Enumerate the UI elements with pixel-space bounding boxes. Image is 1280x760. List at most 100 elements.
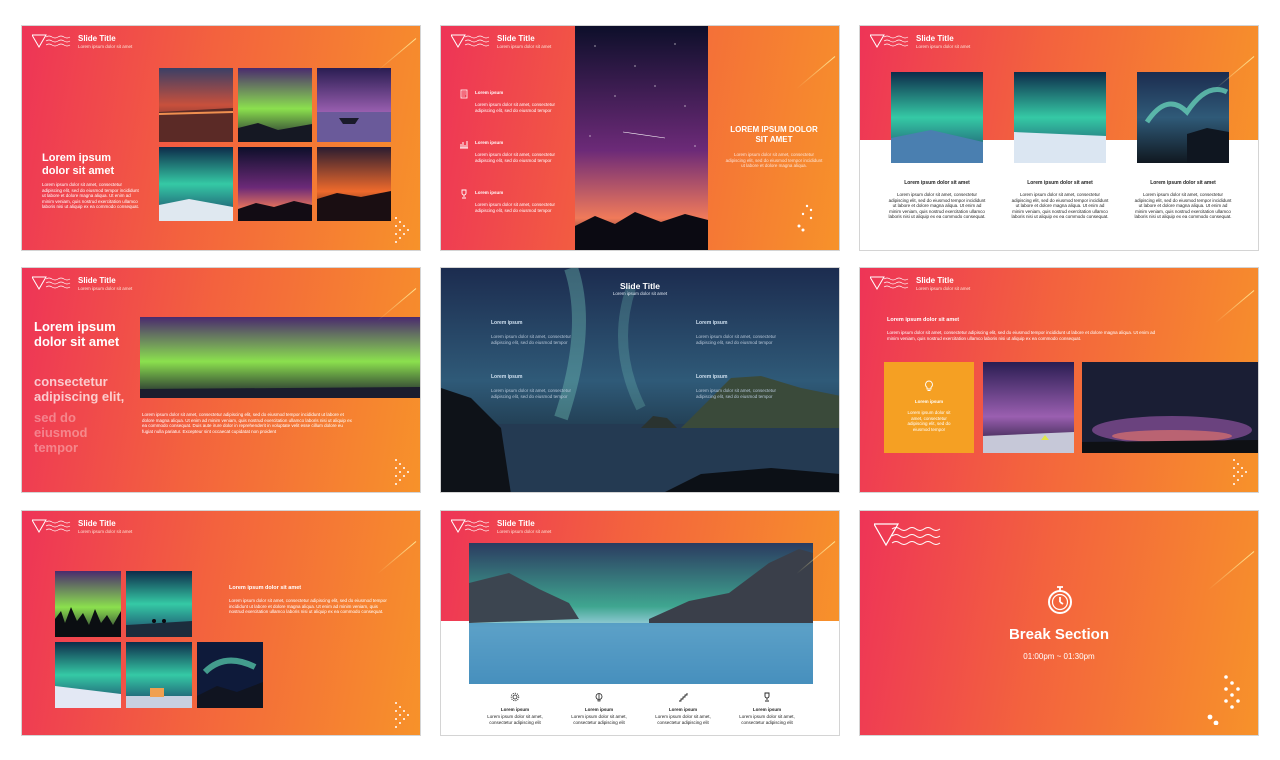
dot-pattern-icon <box>395 217 409 243</box>
slide-thumbnail-8[interactable]: Slide Title Lorem ipsum dolor sit amet L… <box>440 510 840 736</box>
photo-aurora-cabin <box>126 642 192 708</box>
photo-aurora-snowfield <box>1014 72 1106 163</box>
slide-thumbnail-4[interactable]: Slide Title Lorem ipsum dolor sit amet L… <box>21 267 421 493</box>
item-body: Lorem ipsum dolor sit amet, consectetur … <box>475 202 556 213</box>
photo-aurora-glacier <box>891 72 983 163</box>
photo-night-sky <box>575 26 708 250</box>
item-title: Lorem ipsum <box>491 374 523 380</box>
brain-icon <box>595 693 603 702</box>
photo-aurora-peaks <box>197 642 263 708</box>
bar-chart-icon <box>460 141 468 149</box>
photo-orange-sunset <box>317 147 391 221</box>
decorative-stroke <box>377 541 417 575</box>
body-text: Lorem ipsum dolor sit amet, consectetur … <box>887 330 1156 341</box>
photo-aurora-sea <box>1137 72 1229 163</box>
brand-logo-icon <box>451 519 490 533</box>
trophy-icon <box>461 189 467 199</box>
brand-logo-icon <box>870 276 909 290</box>
column-body: Lorem ipsum dolor sit amet, consectetur … <box>1011 192 1109 219</box>
gear-icon <box>510 692 520 702</box>
slide-title: Slide Title <box>497 34 535 43</box>
slide-subtitle: Lorem ipsum dolor sit amet <box>78 44 133 49</box>
section-title: Break Section <box>1008 626 1110 643</box>
feature-title: Lorem ipsum <box>752 707 782 712</box>
feature-body: Lorem ipsum dolor sit amet, consectetur … <box>655 714 711 725</box>
big-heading: Lorem ipsum dolor sit amet <box>34 319 120 349</box>
column-title: Lorem ipsum dolor sit amet <box>1027 180 1093 186</box>
trophy-icon <box>764 692 770 702</box>
item-body: Lorem ipsum dolor sit amet, consectetur … <box>491 334 572 345</box>
photo-sunset-lake <box>159 68 233 142</box>
photo-green-aurora <box>238 68 312 142</box>
brand-logo-icon <box>32 519 71 533</box>
item-body: Lorem ipsum dolor sit amet, consectetur … <box>696 388 777 399</box>
section-time: 01:00pm ~ 01:30pm <box>1023 652 1095 661</box>
dot-pattern-icon <box>1207 675 1240 725</box>
brand-logo-icon <box>32 34 71 48</box>
dot-pattern-icon <box>395 702 409 728</box>
item-body: Lorem ipsum dolor sit amet, consectetur … <box>696 334 777 345</box>
item-body: Lorem ipsum dolor sit amet, consectetur … <box>491 388 572 399</box>
big-heading-faded2: sed do eiusmod tempor <box>34 410 88 455</box>
column-title: Lorem ipsum dolor sit amet <box>904 180 970 186</box>
slide-subtitle: Lorem ipsum dolor sit amet <box>612 291 668 296</box>
feature-card <box>884 362 974 453</box>
slide-thumbnail-2[interactable]: Slide Title Lorem ipsum dolor sit amet L… <box>440 25 840 251</box>
slide-title: Slide Title <box>78 276 116 285</box>
heading: Lorem ipsum dolor sit amet <box>229 585 302 591</box>
lightbulb-icon <box>925 380 933 391</box>
slide-subtitle: Lorem ipsum dolor sit amet <box>78 286 133 291</box>
slide-thumbnail-3[interactable]: Slide Title Lorem ipsum dolor sit amet L… <box>859 25 1259 251</box>
feature-title: Lorem ipsum <box>668 707 698 712</box>
photo-aurora-people <box>126 571 192 637</box>
photo-aurora-panorama <box>140 317 420 398</box>
body-text: Lorem ipsum dolor sit amet, consectetur … <box>42 182 140 209</box>
photo-aurora-fjord <box>469 543 813 684</box>
big-heading-faded: consectetur adipiscing elit, <box>34 374 125 404</box>
item-body: Lorem ipsum dolor sit amet, consectetur … <box>475 102 556 113</box>
slide-subtitle: Lorem ipsum dolor sit amet <box>78 529 133 534</box>
card-body: Lorem ipsum dolor sit amet, consectetur … <box>907 410 951 432</box>
slide-subtitle: Lorem ipsum dolor sit amet <box>497 529 552 534</box>
brand-logo-icon <box>451 34 490 48</box>
photo-purple-sky <box>238 147 312 221</box>
column-body: Lorem ipsum dolor sit amet, consectetur … <box>888 192 986 219</box>
body-text: Lorem ipsum dolor sit amet, consectetur … <box>725 152 823 168</box>
body-text: Lorem ipsum dolor sit amet, consectetur … <box>229 598 387 614</box>
decorative-stroke <box>377 38 417 72</box>
photo-boat-dusk <box>317 68 391 142</box>
feature-body: Lorem ipsum dolor sit amet, consectetur … <box>571 714 627 725</box>
item-title: Lorem ipsum <box>475 90 504 95</box>
slide-thumbnail-9[interactable]: Break Section 01:00pm ~ 01:30pm <box>859 510 1259 736</box>
heading: Lorem ipsum dolor sit amet <box>887 317 960 323</box>
slide-thumbnail-5[interactable]: Slide Title Lorem ipsum dolor sit amet L… <box>440 267 840 493</box>
column-body: Lorem ipsum dolor sit amet, consectetur … <box>1134 192 1232 219</box>
document-icon <box>460 89 468 99</box>
slide-title: Slide Title <box>497 519 535 528</box>
slide-title: Slide Title <box>916 34 954 43</box>
stopwatch-icon <box>1048 586 1072 614</box>
card-title: Lorem ipsum <box>914 399 944 404</box>
slide-subtitle: Lorem ipsum dolor sit amet <box>916 286 971 291</box>
feature-title: Lorem ipsum <box>500 707 530 712</box>
decorative-stroke <box>1207 551 1255 591</box>
decorative-stroke <box>796 56 836 90</box>
dot-pattern-icon <box>797 204 813 232</box>
dot-pattern-icon <box>1233 459 1247 485</box>
dot-pattern-icon <box>395 459 409 485</box>
stairs-icon <box>679 693 688 702</box>
slide-thumbnail-1[interactable]: Slide Title Lorem ipsum dolor sit amet L… <box>21 25 421 251</box>
slide-title: Slide Title <box>916 276 954 285</box>
slide-subtitle: Lorem ipsum dolor sit amet <box>497 44 552 49</box>
heading: LOREM IPSUM DOLOR SIT AMET <box>730 125 818 144</box>
brand-logo-icon <box>870 34 909 48</box>
slide-thumbnail-6[interactable]: Slide Title Lorem ipsum dolor sit amet L… <box>859 267 1259 493</box>
slide-thumbnail-7[interactable]: Slide Title Lorem ipsum dolor sit amet L… <box>21 510 421 736</box>
brand-logo-icon <box>874 523 941 547</box>
item-title: Lorem ipsum <box>491 320 523 326</box>
feature-body: Lorem ipsum dolor sit amet, consectetur … <box>487 714 543 725</box>
item-body: Lorem ipsum dolor sit amet, consectetur … <box>475 152 556 163</box>
photo-aurora-horizon <box>1082 362 1258 453</box>
item-title: Lorem ipsum <box>475 140 504 145</box>
slide-title: Slide Title <box>78 519 116 528</box>
